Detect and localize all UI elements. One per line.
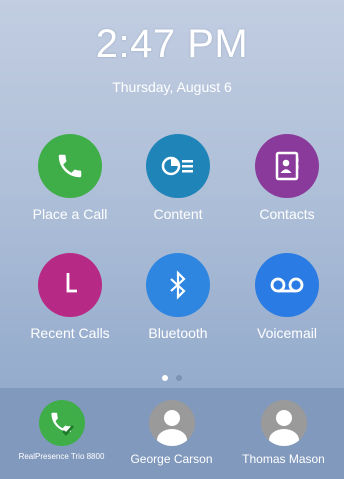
app-place-a-call[interactable]: Place a Call: [20, 134, 120, 222]
dock-label: George Carson: [130, 452, 213, 466]
dock-label: Thomas Mason: [242, 452, 325, 466]
dock-item-contact[interactable]: Thomas Mason: [226, 400, 341, 466]
page-dot: [176, 375, 183, 381]
favorites-dock: RealPresence Trio 8800 George Carson Tho…: [0, 388, 344, 479]
page-indicator: [0, 368, 344, 386]
dock-item-line[interactable]: RealPresence Trio 8800: [4, 400, 119, 461]
content-icon: [146, 134, 210, 198]
app-bluetooth[interactable]: Bluetooth: [128, 253, 228, 341]
home-screen: 2:47 PM Thursday, August 6 Place a Call …: [0, 0, 344, 479]
person-icon: [148, 400, 195, 446]
phone-check-icon: [38, 400, 85, 446]
app-label: Place a Call: [32, 206, 108, 222]
dock-label: RealPresence Trio 8800: [18, 452, 105, 461]
clock-time: 2:47 PM: [95, 22, 249, 66]
dock-item-contact[interactable]: George Carson: [114, 400, 229, 466]
app-voicemail[interactable]: Voicemail: [237, 253, 337, 341]
app-label: Recent Calls: [30, 325, 110, 341]
app-label: Bluetooth: [148, 325, 208, 341]
app-contacts[interactable]: Contacts: [237, 134, 337, 222]
app-label: Contacts: [259, 206, 315, 222]
voicemail-icon: [255, 253, 319, 317]
app-label: Voicemail: [257, 325, 317, 341]
clock-date: Thursday, August 6: [112, 79, 232, 95]
app-label: Content: [153, 206, 203, 222]
app-recent-calls[interactable]: Recent Calls: [20, 253, 120, 341]
phone-icon: [38, 134, 102, 198]
bluetooth-icon: [146, 253, 210, 317]
app-content[interactable]: Content: [128, 134, 228, 222]
clock-icon: [38, 253, 102, 317]
person-icon: [260, 400, 307, 446]
page-dot-active: [161, 375, 168, 381]
contacts-icon: [255, 134, 319, 198]
